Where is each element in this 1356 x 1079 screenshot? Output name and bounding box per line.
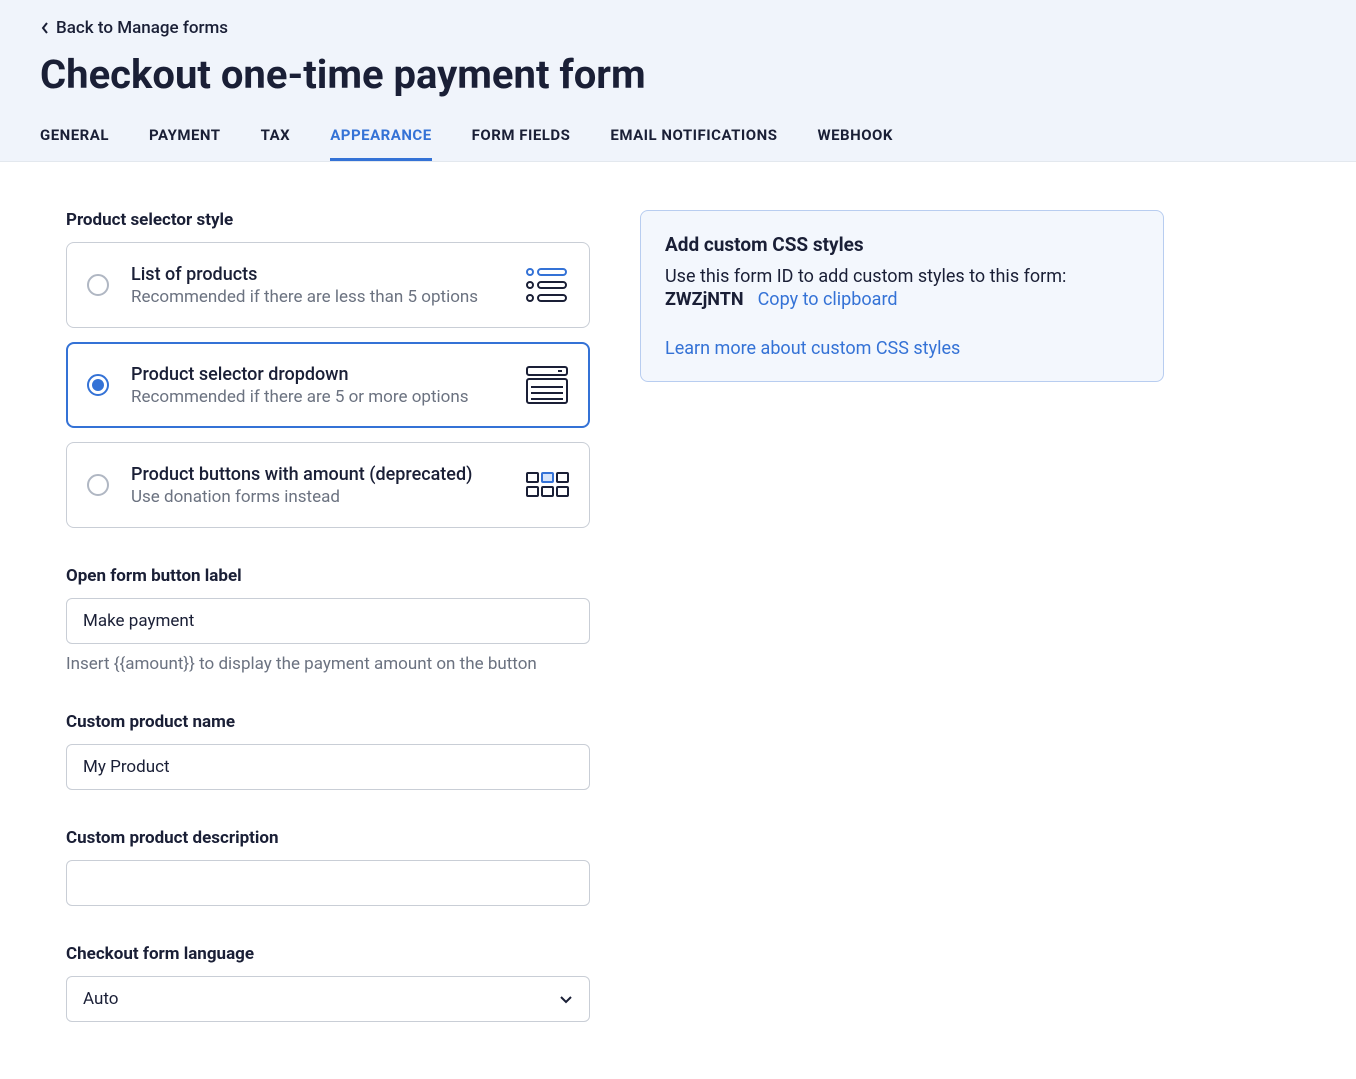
option-product-buttons-deprecated[interactable]: Product buttons with amount (deprecated)… [66, 442, 590, 528]
dropdown-icon [525, 363, 569, 407]
option-desc: Recommended if there are less than 5 opt… [131, 287, 503, 307]
content: Product selector style List of products … [0, 162, 1356, 1070]
option-text: List of products Recommended if there ar… [131, 264, 503, 307]
right-column: Add custom CSS styles Use this form ID t… [640, 210, 1164, 1022]
tabs: GENERAL PAYMENT TAX APPEARANCE FORM FIEL… [40, 126, 1316, 161]
product-name-label: Custom product name [66, 712, 590, 732]
option-text: Product selector dropdown Recommended if… [131, 364, 503, 407]
option-text: Product buttons with amount (deprecated)… [131, 464, 503, 507]
tab-tax[interactable]: TAX [261, 126, 291, 161]
language-group: Checkout form language [66, 944, 590, 1022]
selector-style-label: Product selector style [66, 210, 590, 230]
tab-form-fields[interactable]: FORM FIELDS [472, 126, 571, 161]
option-title: Product selector dropdown [131, 364, 503, 385]
tab-email-notifications[interactable]: EMAIL NOTIFICATIONS [610, 126, 777, 161]
button-label-group: Open form button label Insert {{amount}}… [66, 566, 590, 674]
learn-more-link[interactable]: Learn more about custom CSS styles [665, 338, 960, 359]
option-title: Product buttons with amount (deprecated) [131, 464, 503, 485]
radio-icon [87, 374, 109, 396]
product-description-group: Custom product description [66, 828, 590, 906]
header: Back to Manage forms Checkout one-time p… [0, 0, 1356, 162]
left-column: Product selector style List of products … [66, 210, 590, 1022]
css-box-title: Add custom CSS styles [665, 233, 1139, 256]
option-product-selector-dropdown[interactable]: Product selector dropdown Recommended if… [66, 342, 590, 428]
button-label-helper: Insert {{amount}} to display the payment… [66, 654, 590, 674]
copy-to-clipboard-link[interactable]: Copy to clipboard [758, 289, 898, 310]
chevron-left-icon [40, 21, 50, 35]
form-id: ZWZjNTN [665, 289, 744, 310]
radio-icon [87, 274, 109, 296]
product-description-label: Custom product description [66, 828, 590, 848]
radio-icon [87, 474, 109, 496]
option-list-of-products[interactable]: List of products Recommended if there ar… [66, 242, 590, 328]
button-label-label: Open form button label [66, 566, 590, 586]
tab-appearance[interactable]: APPEARANCE [330, 126, 431, 161]
custom-css-box: Add custom CSS styles Use this form ID t… [640, 210, 1164, 382]
language-label: Checkout form language [66, 944, 590, 964]
back-link-label: Back to Manage forms [56, 18, 228, 38]
back-link[interactable]: Back to Manage forms [40, 18, 228, 38]
form-id-row: ZWZjNTN Copy to clipboard [665, 289, 1139, 310]
list-icon [525, 263, 569, 307]
tab-general[interactable]: GENERAL [40, 126, 109, 161]
product-name-group: Custom product name [66, 712, 590, 790]
tab-webhook[interactable]: WEBHOOK [817, 126, 892, 161]
product-description-input[interactable] [66, 860, 590, 906]
page-title: Checkout one-time payment form [40, 51, 1316, 98]
option-desc: Use donation forms instead [131, 487, 503, 507]
grid-icon [525, 463, 569, 507]
tab-payment[interactable]: PAYMENT [149, 126, 221, 161]
css-box-desc: Use this form ID to add custom styles to… [665, 266, 1139, 287]
language-select[interactable] [66, 976, 590, 1022]
option-title: List of products [131, 264, 503, 285]
button-label-input[interactable] [66, 598, 590, 644]
option-desc: Recommended if there are 5 or more optio… [131, 387, 503, 407]
product-name-input[interactable] [66, 744, 590, 790]
